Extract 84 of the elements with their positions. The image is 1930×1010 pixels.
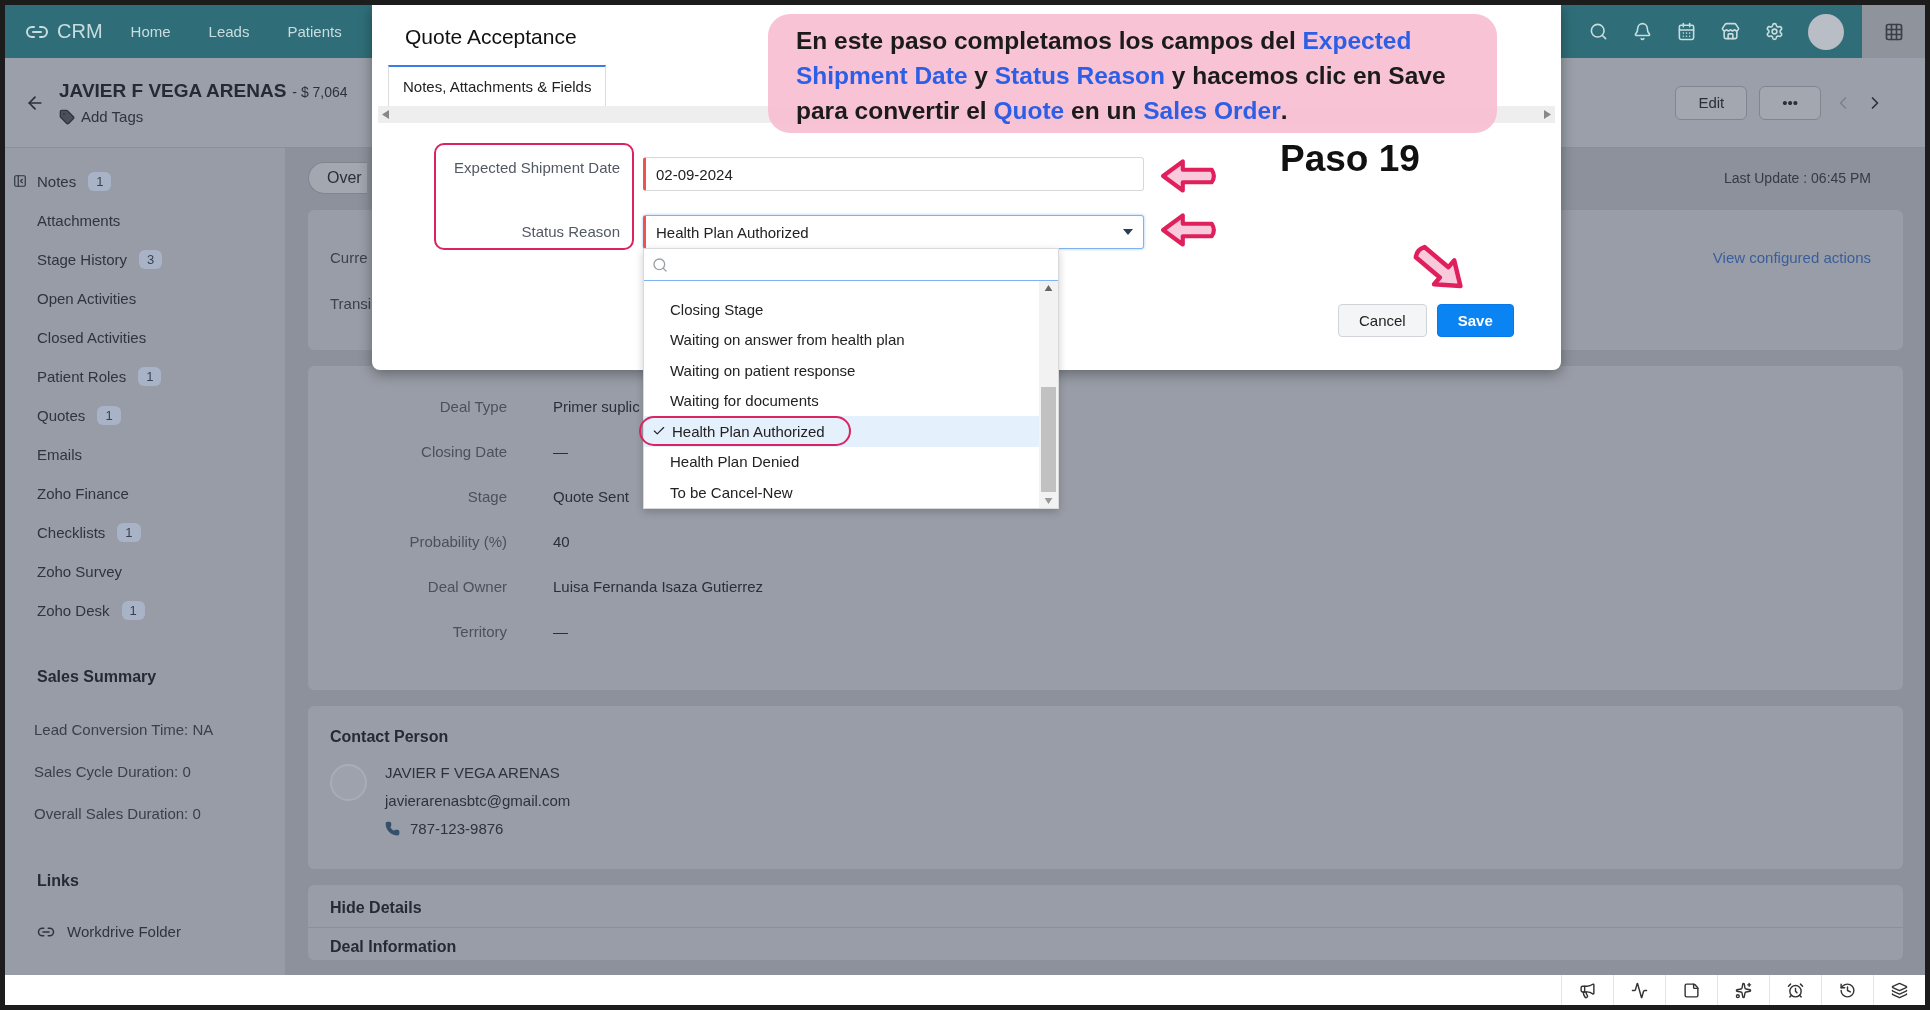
sidebar-item[interactable]: Open Activities (5, 279, 285, 318)
sidebar-item[interactable]: Attachments (5, 201, 285, 240)
sidebar-item[interactable]: Zoho Survey (5, 552, 285, 591)
sidebar-item[interactable]: Checklists 1 (5, 513, 285, 552)
count-badge: 3 (139, 250, 163, 269)
link-item[interactable]: Workdrive Folder (5, 912, 285, 951)
sidebar-item[interactable]: Stage History 3 (5, 240, 285, 279)
apps-grid-icon[interactable] (1862, 5, 1925, 58)
field-label: Closing Date (420, 442, 507, 462)
contact-phone: 787-123-9876 (410, 820, 504, 837)
search-icon (652, 256, 668, 273)
pointer-arrow (1160, 158, 1218, 194)
dialog-title: Quote Acceptance (405, 25, 577, 49)
crm-logo[interactable]: CRM (25, 19, 103, 44)
field-label: Status Reason (521, 223, 620, 240)
sidebar-item[interactable]: Zoho Finance (5, 474, 285, 513)
summary-line: Sales Cycle Duration: 0 (33, 761, 192, 782)
more-button[interactable]: ••• (1759, 85, 1821, 120)
scrollbar[interactable] (1039, 281, 1058, 508)
contact-name: JAVIER F VEGA ARENAS (385, 764, 561, 781)
field-label: Territory (451, 622, 507, 642)
field-value: Luisa Fernanda Isaza Gutierrez (553, 577, 764, 597)
count-badge: 1 (117, 523, 141, 542)
dropdown-option[interactable]: To be Cancel-New (644, 477, 1039, 508)
card-title: Contact Person (330, 728, 450, 746)
field-label: Expected Shipment Date (454, 159, 620, 176)
section-title: Sales Summary (36, 668, 158, 686)
count-badge: 1 (88, 172, 112, 191)
sidebar-item[interactable]: Quotes 1 (5, 396, 285, 435)
nav-link[interactable]: Patients (287, 23, 342, 40)
save-button[interactable]: Save (1436, 304, 1514, 337)
overview-tab[interactable]: Over (308, 162, 367, 194)
field-label: Stage (466, 487, 507, 507)
dropdown-option[interactable]: Closing Stage (644, 294, 1039, 325)
step-label: Paso 19 (1280, 138, 1420, 180)
count-badge: 1 (138, 367, 162, 386)
scroll-right-icon[interactable] (1544, 110, 1551, 119)
caret-icon (1123, 229, 1133, 235)
record-name: JAVIER F VEGA ARENAS (59, 80, 287, 102)
field-value: 40 (553, 532, 570, 552)
sidebar-item[interactable]: Patient Roles 1 (5, 357, 285, 396)
dropdown-option[interactable]: Waiting on answer from health plan (644, 324, 1039, 355)
field-label: Deal Owner (426, 577, 507, 597)
card-title[interactable]: Hide Details (330, 899, 1881, 917)
count-badge: 1 (121, 601, 145, 620)
add-tags-link[interactable]: Add Tags (59, 108, 348, 125)
scroll-down-icon[interactable] (1044, 498, 1053, 504)
field-label: Deal Type (438, 397, 507, 417)
nav-link[interactable]: Home (130, 23, 171, 40)
edit-button[interactable]: Edit (1675, 85, 1748, 120)
sidebar-item[interactable]: Notes 1 (5, 162, 285, 201)
scroll-up-icon[interactable] (1044, 285, 1053, 291)
collapse-icon[interactable] (13, 174, 27, 188)
field-label: Probability (%) (408, 532, 507, 552)
field-value: — (553, 622, 568, 642)
dropdown-option[interactable]: Health Plan Denied (644, 446, 1039, 477)
date-input[interactable]: 02-09-2024 (643, 157, 1144, 191)
count-badge: 1 (97, 406, 121, 425)
field-label: Transi (330, 294, 372, 312)
summary-line: Overall Sales Duration: 0 (33, 803, 202, 824)
record-amount: - $ 7,064 (292, 84, 348, 100)
dialog-tab[interactable]: Notes, Attachments & Fields (388, 65, 607, 106)
annotation-callout: En este paso completamos los campos del Expected Shipment Date y Status Reason y hacemos clic en Save para convertir el Quote en un Sales Order. (768, 14, 1497, 133)
field-value: Quote Sent (553, 487, 629, 507)
field-value: Primer suplic (553, 397, 640, 417)
phone-icon (385, 821, 400, 836)
contact-email[interactable]: javierarenasbtc@gmail.com (385, 792, 571, 809)
sidebar-item[interactable]: Emails (5, 435, 285, 474)
dropdown-option[interactable]: Waiting for documents (644, 385, 1039, 416)
pointer-arrow (1160, 212, 1218, 248)
field-value: — (553, 442, 568, 462)
user-avatar[interactable] (1808, 13, 1844, 50)
field-label: Curre (330, 248, 368, 266)
summary-line: Lead Conversion Time: NA (33, 719, 215, 740)
last-update-text: Last Update : 06:45 PM (1723, 170, 1871, 186)
cancel-button[interactable]: Cancel (1338, 304, 1427, 337)
sidebar-item[interactable]: Zoho Desk 1 (5, 591, 285, 630)
scroll-left-icon[interactable] (382, 110, 389, 119)
section-title: Deal Information (330, 938, 458, 956)
dropdown-option[interactable]: Waiting on patient response (644, 355, 1039, 386)
tag-icon (59, 108, 75, 125)
nav-link[interactable]: Leads (208, 23, 250, 40)
sidebar-item[interactable]: Closed Activities (5, 318, 285, 357)
section-title: Links (36, 872, 80, 890)
